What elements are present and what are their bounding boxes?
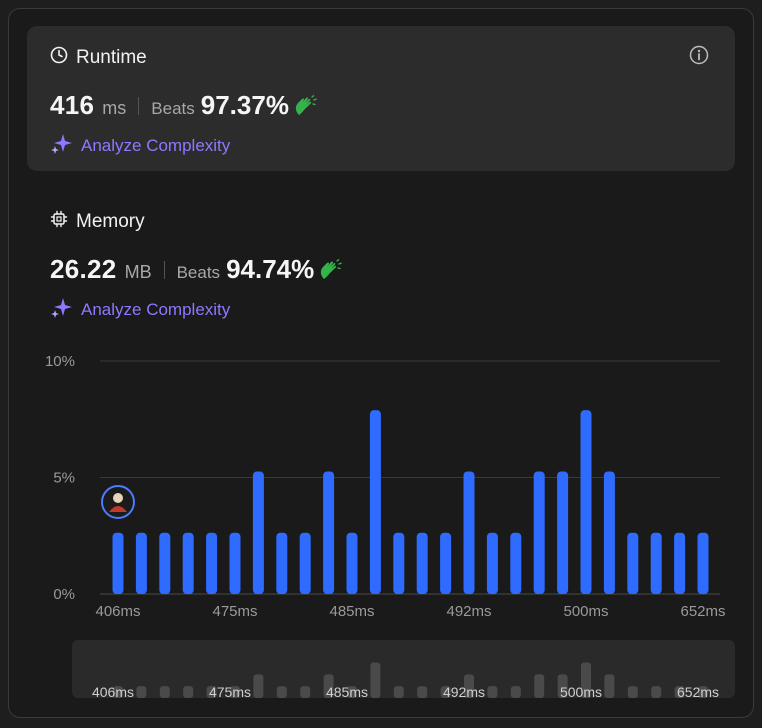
clapping-hands-icon <box>293 94 317 117</box>
navigator-bar <box>300 686 311 698</box>
runtime-analyze-complexity-button[interactable]: Analyze Complexity <box>51 132 230 159</box>
bar <box>674 532 686 594</box>
divider <box>163 260 165 279</box>
navigator-bar <box>370 662 381 698</box>
bar <box>299 532 311 594</box>
bar <box>276 532 288 594</box>
navigator-bar <box>159 686 170 698</box>
bar <box>580 410 592 594</box>
navigator-bar <box>510 686 521 698</box>
sparkle-icon <box>51 132 73 159</box>
bar <box>697 532 709 594</box>
bar <box>369 410 381 594</box>
runtime-unit: ms <box>102 98 127 118</box>
divider <box>138 96 140 115</box>
x-tick-label: 475ms <box>212 603 257 620</box>
runtime-title: Runtime <box>50 46 147 70</box>
runtime-value: 416 <box>50 90 95 120</box>
memory-metric: 26.22 MB Beats 94.74% <box>50 254 342 285</box>
bar <box>533 471 545 594</box>
y-tick-label: 0% <box>53 586 75 603</box>
memory-title: Memory <box>50 210 145 234</box>
chip-icon <box>50 210 68 234</box>
bar <box>252 471 264 594</box>
chart-range-navigator[interactable]: 406ms 475ms 485ms 492ms 500ms 652ms <box>72 640 735 698</box>
avatar-face <box>113 493 123 503</box>
bar <box>557 471 569 594</box>
y-tick-label: 10% <box>45 353 75 370</box>
x-tick-label: 500ms <box>563 603 608 620</box>
memory-beats-label: Beats <box>176 263 221 282</box>
navigator-preview[interactable]: 406ms 475ms 485ms 492ms 500ms 652ms <box>72 640 735 698</box>
x-tick-label: 652ms <box>680 603 725 620</box>
runtime-analyze-label: Analyze Complexity <box>81 135 231 155</box>
navigator-bar <box>651 686 662 698</box>
navigator-bar <box>487 686 498 698</box>
navigator-bar <box>417 686 428 698</box>
navigator-bar <box>136 686 147 698</box>
navigator-bar <box>253 674 264 698</box>
y-tick-label: 5% <box>53 470 75 487</box>
navigator-label: 475ms <box>209 684 251 698</box>
sparkle-icon <box>51 296 73 323</box>
info-icon[interactable] <box>689 45 709 65</box>
bar <box>486 532 498 594</box>
navigator-bar <box>393 686 404 698</box>
runtime-title-text: Runtime <box>76 47 147 68</box>
bar <box>112 532 124 594</box>
bar <box>440 532 452 594</box>
bar <box>510 532 522 594</box>
runtime-beats-label: Beats <box>151 99 195 118</box>
bar <box>135 532 147 594</box>
bar <box>346 532 358 594</box>
navigator-label: 485ms <box>326 684 368 698</box>
memory-analyze-complexity-button[interactable]: Analyze Complexity <box>51 296 230 323</box>
bar <box>627 532 639 594</box>
bar <box>416 532 428 594</box>
runtime-beats-percent: 97.37% <box>200 90 289 120</box>
memory-beats-percent: 94.74% <box>226 254 315 284</box>
navigator-bar <box>627 686 638 698</box>
bar <box>603 471 615 594</box>
navigator-bar <box>183 686 194 698</box>
runtime-metric: 416 ms Beats 97.37% <box>50 90 317 121</box>
navigator-bar <box>534 674 545 698</box>
navigator-label: 406ms <box>92 684 134 698</box>
bar <box>323 471 335 594</box>
memory-value: 26.22 <box>50 254 117 284</box>
bar <box>159 532 171 594</box>
navigator-label: 652ms <box>677 684 719 698</box>
clock-icon <box>50 46 68 70</box>
bar <box>229 532 241 594</box>
navigator-bar <box>604 674 615 698</box>
bar <box>206 532 218 594</box>
x-tick-label: 492ms <box>446 603 491 620</box>
x-tick-label: 406ms <box>95 603 140 620</box>
x-tick-label: 485ms <box>329 603 374 620</box>
navigator-label: 492ms <box>443 684 485 698</box>
bar <box>463 471 475 594</box>
clapping-hands-icon <box>318 258 342 281</box>
runtime-distribution-chart[interactable]: 10% 5% 0% 406ms 475ms 485ms 492ms 500ms 652ms <box>0 340 762 630</box>
bar <box>650 532 662 594</box>
navigator-bar <box>276 686 287 698</box>
bar <box>393 532 405 594</box>
bar <box>182 532 194 594</box>
memory-analyze-label: Analyze Complexity <box>81 299 231 319</box>
memory-unit: MB <box>124 262 152 282</box>
navigator-label: 500ms <box>560 684 602 698</box>
memory-title-text: Memory <box>76 211 145 232</box>
